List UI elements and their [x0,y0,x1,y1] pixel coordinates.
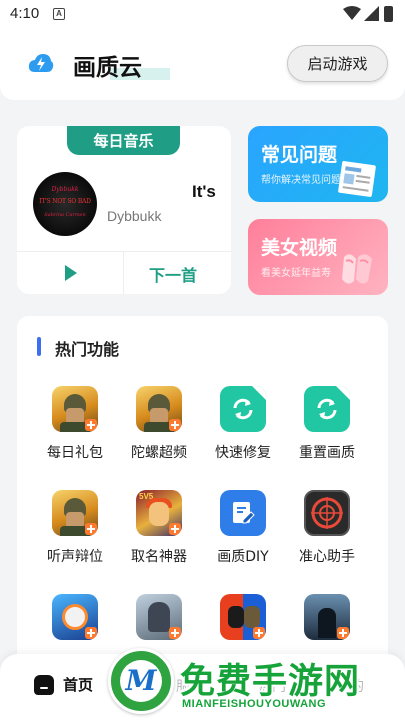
album-cover: Dybbukk IT'S NOT SO BAD Sabrina Carmen [33,172,97,236]
section-title: 热门功能 [55,340,120,359]
faq-title: 常见问题 [261,144,338,166]
home-icon [34,674,54,695]
pubg-soldier-icon [52,490,98,536]
nav-home-label: 首页 [63,676,94,694]
feature-crosshair-helper[interactable]: 准心助手 [285,490,369,580]
watermark-logo: M [108,648,174,714]
status-time: 4:10 [10,5,40,22]
start-game-button[interactable]: 启动游戏 [287,45,388,82]
daily-music-tab: 每日音乐 [67,126,180,155]
refresh-icon [304,386,350,432]
edit-document-icon [220,490,266,536]
daily-music-card: 每日音乐 Dybbukk IT'S NOT SO BAD Sabrina Car… [17,126,231,295]
hero-avatar-icon: 5V5 [136,490,182,536]
crossover-game-icon [220,594,266,640]
feature-gyro-overclock[interactable]: 陀螺超频 [117,386,201,476]
faq-subtitle: 帮你解决常见问题 [261,175,341,186]
battery-icon [384,6,393,22]
pubg-soldier-icon [52,386,98,432]
controls-divider [123,252,124,295]
song-title: It's [192,182,216,201]
wifi-icon [343,6,361,25]
beauty-title: 美女视频 [261,237,338,259]
next-track-button[interactable]: 下一首 [149,262,197,286]
watermark-text: 免费手游网 [180,662,361,702]
feature-daily-gift[interactable]: 每日礼包 [33,386,117,476]
status-bar: 4:10 A [0,0,405,28]
soldier-game-icon [136,594,182,640]
app-header: 画质云 启动游戏 [0,28,405,100]
crosshair-icon [304,490,350,536]
cloud-lightning-logo-icon [28,52,54,78]
section-accent-bar [37,337,41,356]
watermark-subtext: MIANFEISHOUYOUWANG [182,698,327,710]
artist-name: Dybbukk [107,208,162,224]
refresh-icon [220,386,266,432]
beauty-video-card[interactable]: 美女视频 看美女延年益寿 [248,219,388,295]
nav-home[interactable]: 首页 [34,674,93,695]
feature-name-generator[interactable]: 5V5 取名神器 [117,490,201,580]
pubg-soldier-icon [136,386,182,432]
feature-quality-diy[interactable]: 画质DIY [201,490,285,580]
play-icon[interactable] [64,264,78,286]
silhouette-game-icon [304,594,350,640]
faq-card[interactable]: 常见问题 帮你解决常见问题 [248,126,388,202]
app-title: 画质云 [73,55,142,81]
feature-quick-repair[interactable]: 快速修复 [201,386,285,476]
signal-icon [364,6,379,25]
feature-reset-quality[interactable]: 重置画质 [285,386,369,476]
beauty-subtitle: 看美女延年益寿 [261,268,331,279]
notification-icon: A [53,8,65,20]
astronaut-game-icon [52,594,98,640]
music-controls: 下一首 [17,251,231,295]
ballet-shoes-icon [336,247,378,293]
feature-sound-position[interactable]: 听声辩位 [33,490,117,580]
newspaper-icon [338,161,378,202]
